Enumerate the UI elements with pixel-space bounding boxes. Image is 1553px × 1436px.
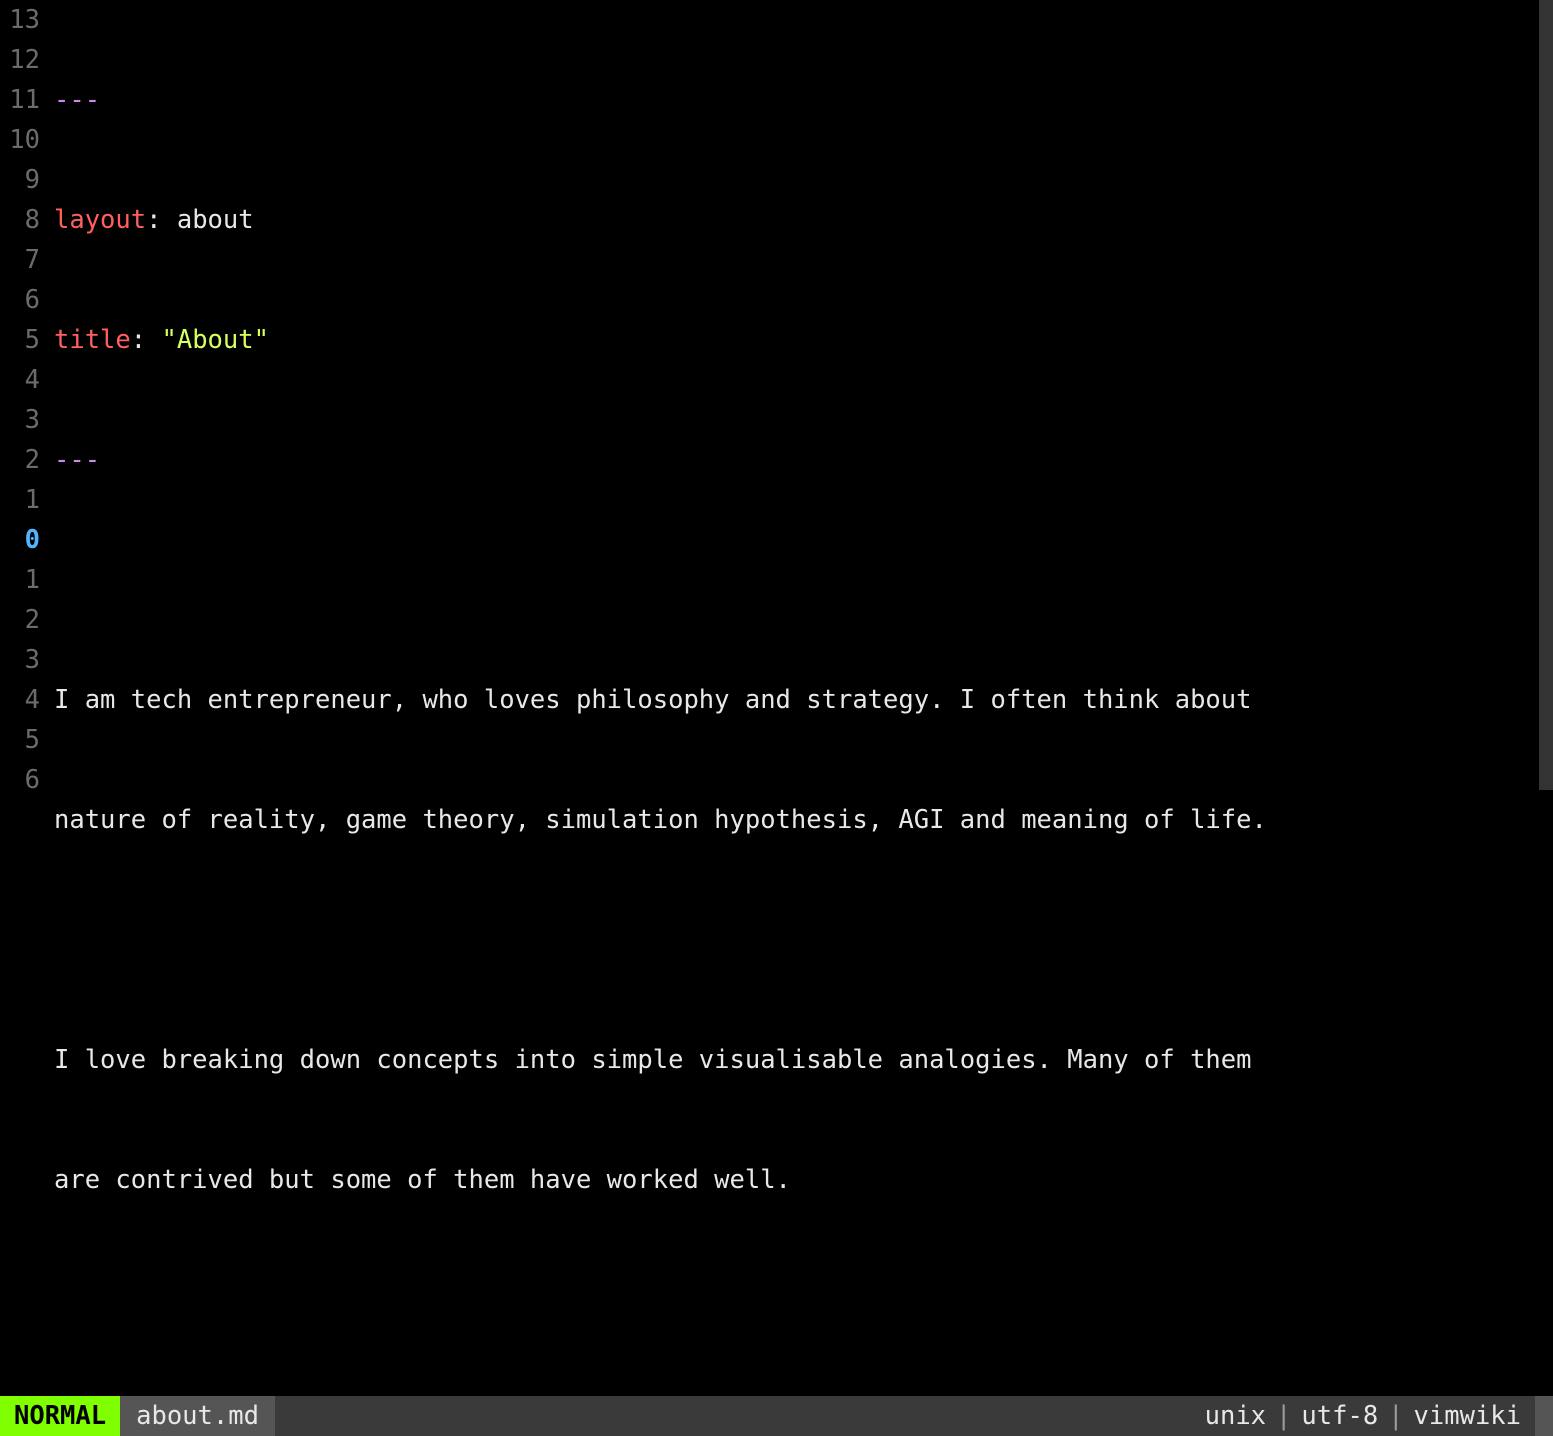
scrollbar[interactable] xyxy=(1539,0,1553,790)
relnum: 6 xyxy=(0,760,40,800)
encoding: utf-8 xyxy=(1301,1396,1378,1436)
status-right: unix | utf-8 | vimwiki xyxy=(1191,1396,1535,1436)
mode-indicator: NORMAL xyxy=(0,1396,120,1436)
relnum: 1 xyxy=(0,560,40,600)
relnum: 9 xyxy=(0,160,40,200)
separator-icon: | xyxy=(1266,1396,1301,1436)
relnum: 4 xyxy=(0,680,40,720)
relnum: 6 xyxy=(0,280,40,320)
fileformat: unix xyxy=(1205,1396,1266,1436)
relnum: 4 xyxy=(0,360,40,400)
filetype: vimwiki xyxy=(1414,1396,1521,1436)
editor-viewport[interactable]: 13 12 11 10 9 8 7 6 5 4 3 2 1 0 1 2 3 4 … xyxy=(0,0,1553,1396)
code-line: --- xyxy=(54,440,1553,480)
code-line xyxy=(54,920,1553,960)
relnum: 2 xyxy=(0,440,40,480)
status-tail xyxy=(1535,1396,1553,1436)
code-line: nature of reality, game theory, simulati… xyxy=(54,800,1553,840)
relnum: 5 xyxy=(0,720,40,760)
relnum: 8 xyxy=(0,200,40,240)
code-line: --- xyxy=(54,80,1553,120)
status-line: NORMAL about.md unix | utf-8 | vimwiki xyxy=(0,1396,1553,1436)
separator-icon: | xyxy=(1378,1396,1413,1436)
relnum: 10 xyxy=(0,120,40,160)
relnum: 1 xyxy=(0,480,40,520)
code-line: layout: about xyxy=(54,200,1553,240)
code-line: are contrived but some of them have work… xyxy=(54,1160,1553,1200)
text-buffer[interactable]: --- layout: about title: "About" --- I a… xyxy=(54,0,1553,1396)
code-line: title: "About" xyxy=(54,320,1553,360)
relnum: 13 xyxy=(0,0,40,40)
code-line xyxy=(54,1280,1553,1320)
relnum: 11 xyxy=(0,80,40,120)
line-number-gutter: 13 12 11 10 9 8 7 6 5 4 3 2 1 0 1 2 3 4 … xyxy=(0,0,54,1396)
relnum: 3 xyxy=(0,640,40,680)
code-line xyxy=(54,560,1553,600)
current-line-number: 0 xyxy=(0,520,40,560)
relnum: 3 xyxy=(0,400,40,440)
relnum: 5 xyxy=(0,320,40,360)
code-line: I love breaking down concepts into simpl… xyxy=(54,1040,1553,1080)
relnum: 2 xyxy=(0,600,40,640)
relnum: 7 xyxy=(0,240,40,280)
filename-segment: about.md xyxy=(120,1396,275,1436)
code-line: I am tech entrepreneur, who loves philos… xyxy=(54,680,1553,720)
relnum: 12 xyxy=(0,40,40,80)
